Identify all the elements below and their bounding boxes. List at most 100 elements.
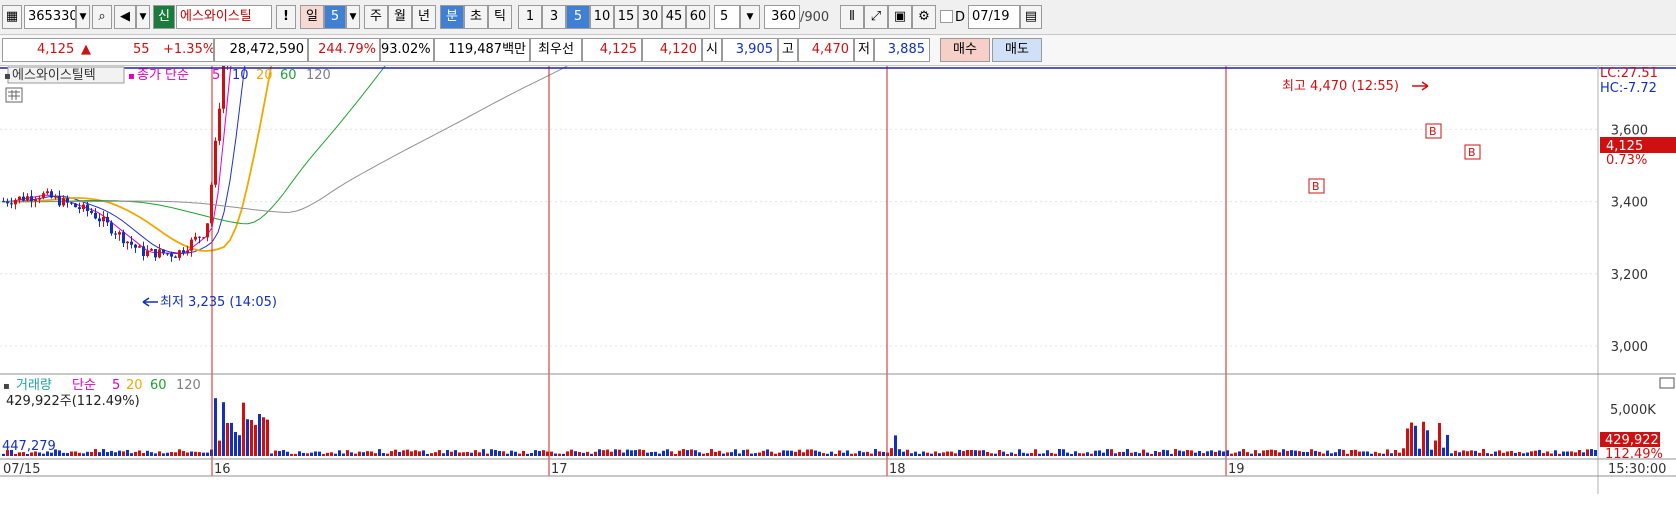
volume-bar	[134, 451, 137, 456]
calendar-icon[interactable]: ▤	[1020, 5, 1042, 29]
volume-bar	[362, 452, 365, 456]
period-nday[interactable]: 5	[324, 5, 346, 29]
count-select[interactable]: 5	[714, 5, 740, 29]
interval-60[interactable]: 60	[686, 5, 710, 29]
volume-bar	[1570, 451, 1573, 456]
volume-bar	[1142, 449, 1145, 456]
volume-bar	[990, 453, 993, 456]
period-tick[interactable]: 틱	[488, 5, 512, 29]
vol-panel-menu-icon[interactable]: ▪	[3, 381, 10, 392]
volume-panel-close-icon[interactable]	[1659, 377, 1675, 389]
candle-body	[122, 232, 125, 244]
chart-area[interactable]: 4,4004,2004,0003,8003,6003,4003,2003,000…	[0, 66, 1676, 520]
volume-bar	[1042, 453, 1045, 456]
lc-label: LC:27.51	[1600, 66, 1658, 81]
count-dropdown-icon[interactable]: ▼	[740, 5, 760, 29]
volume-bar	[1098, 450, 1101, 456]
volume-bar	[418, 451, 421, 456]
volume-bar	[106, 452, 109, 456]
interval-3[interactable]: 3	[542, 5, 566, 29]
low-annotation: 최저 3,235 (14:05)	[160, 295, 277, 310]
volume-bar	[150, 452, 153, 456]
gear-icon[interactable]: ⚙	[912, 5, 936, 29]
volume-bar	[254, 424, 257, 456]
volume-bar	[582, 452, 585, 456]
volume-bar	[1542, 453, 1545, 456]
volume-bar	[230, 422, 233, 456]
interval-15[interactable]: 15	[614, 5, 638, 29]
volume-bar	[462, 452, 465, 456]
vol-ma60-label: 60	[150, 378, 167, 393]
interval-1[interactable]: 1	[518, 5, 542, 29]
period-second[interactable]: 초	[464, 5, 488, 29]
volume-bar	[662, 450, 665, 456]
sell-button[interactable]: 매도	[992, 38, 1042, 62]
line-tool-icon[interactable]: ⤢	[864, 5, 888, 29]
high-annotation: 최고 4,470 (12:55)	[1282, 79, 1399, 94]
period-week[interactable]: 주	[364, 5, 388, 29]
volume-bar	[1338, 449, 1341, 456]
volume-bar	[770, 451, 773, 456]
save-icon[interactable]: ▣	[888, 5, 912, 29]
speaker-icon[interactable]: ◀	[114, 5, 136, 29]
period-year[interactable]: 년	[412, 5, 436, 29]
volume-bar	[1414, 425, 1417, 456]
period-minute[interactable]: 분	[440, 5, 464, 29]
interval-5[interactable]: 5	[566, 5, 590, 29]
candle-body	[170, 253, 173, 257]
high-arrow-icon	[1412, 81, 1429, 91]
panel-menu-icon[interactable]: ▪	[4, 71, 11, 82]
change-pct: +1.35%	[163, 42, 214, 57]
table-toggle-icon[interactable]	[5, 87, 23, 103]
volume-bar	[110, 450, 113, 456]
volume-bar	[466, 452, 469, 456]
volume-bar	[498, 450, 501, 456]
candle-body	[38, 198, 41, 200]
volume-bar	[1494, 451, 1497, 456]
period-month[interactable]: 월	[388, 5, 412, 29]
ma20-label: 20	[256, 68, 273, 83]
price-tick: 3,600	[1611, 123, 1648, 138]
volume-bar	[1106, 449, 1109, 456]
candle-icon[interactable]: ⫴	[840, 5, 864, 29]
volume-bar	[750, 453, 753, 456]
interval-30[interactable]: 30	[638, 5, 662, 29]
volume-bar	[1362, 451, 1365, 456]
volume-bar	[1450, 453, 1453, 456]
interval-45[interactable]: 45	[662, 5, 686, 29]
open-label: 시	[702, 38, 722, 62]
svg-text:B: B	[1429, 125, 1437, 138]
volume-bar	[658, 453, 661, 456]
volume-bar	[566, 451, 569, 456]
date-checkbox[interactable]	[940, 10, 953, 23]
period-day[interactable]: 일	[300, 5, 324, 29]
volume-bar	[1386, 449, 1389, 456]
interval-10[interactable]: 10	[590, 5, 614, 29]
volume-bar	[402, 450, 405, 456]
buy-button[interactable]: 매수	[940, 38, 990, 62]
menu-icon[interactable]: ▦	[2, 5, 22, 29]
volume-bar	[1294, 450, 1297, 456]
code-input[interactable]: 365330	[24, 5, 76, 29]
alert-button[interactable]: !	[276, 5, 296, 29]
volume-bar	[286, 451, 289, 456]
volume-axis-tick: 5,000K	[1610, 403, 1656, 418]
volume-bar	[338, 450, 341, 456]
volume-bar	[986, 451, 989, 456]
stock-name[interactable]: 에스와이스틸	[176, 5, 272, 29]
speaker-dropdown-icon[interactable]: ▼	[136, 5, 150, 29]
period-dropdown-icon[interactable]: ▼	[346, 5, 360, 29]
range-input[interactable]: 360	[764, 5, 800, 29]
volume-bar	[966, 449, 969, 456]
code-dropdown-icon[interactable]: ▼	[76, 5, 90, 29]
volume-bar	[602, 450, 605, 456]
vol-ma-label: 단순	[72, 378, 96, 393]
volume-bar	[190, 451, 193, 456]
volume-bar	[890, 448, 893, 456]
date-input[interactable]: 07/19	[968, 5, 1020, 29]
volume-bar	[702, 453, 705, 456]
volume-bar	[1438, 423, 1441, 456]
volume-bar	[306, 453, 309, 456]
volume-bar	[998, 449, 1001, 456]
search-icon[interactable]: ⌕	[92, 5, 112, 29]
